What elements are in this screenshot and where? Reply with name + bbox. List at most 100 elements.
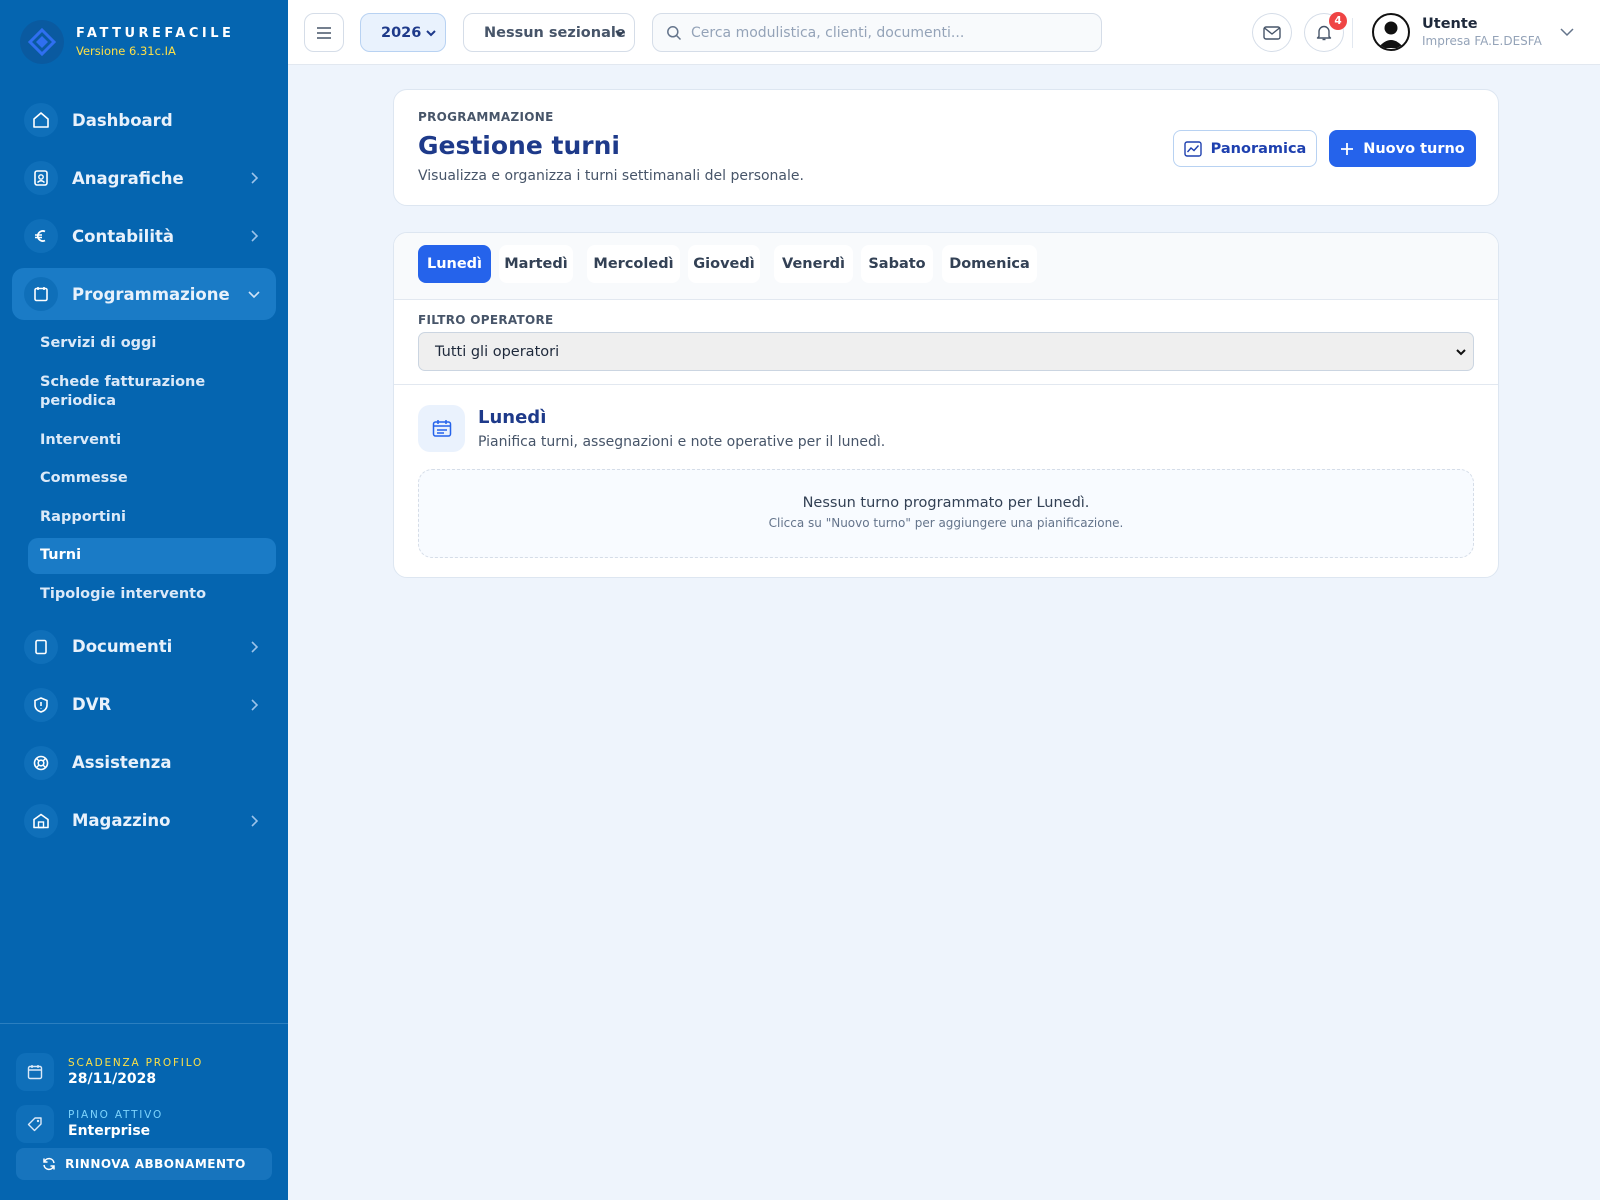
tab-domenica[interactable]: Domenica	[942, 245, 1037, 283]
logo-icon	[20, 20, 64, 64]
user-avatar-icon	[1378, 21, 1404, 48]
notifications-badge: 4	[1329, 12, 1347, 30]
page-header-card: PROGRAMMAZIONE Gestione turni Visualizza…	[393, 89, 1499, 206]
chevron-right-icon	[251, 698, 259, 711]
year-value: 2026	[381, 24, 422, 41]
sidebar-footer: SCADENZA PROFILO 28/11/2028 PIANO ATTIVO…	[0, 1023, 288, 1200]
sidebar: FATTUREFACILE Versione 6.31c.IA Dashboar…	[0, 0, 288, 1200]
year-select[interactable]: 2026	[360, 13, 446, 52]
operator-filter-select[interactable]: Tutti gli operatori	[418, 332, 1474, 371]
user-company: Impresa FA.E.DESFA	[1422, 34, 1542, 48]
chevron-right-icon	[251, 172, 259, 184]
sidebar-item-magazzino[interactable]: Magazzino	[12, 795, 276, 847]
user-name: Utente	[1422, 16, 1478, 32]
empty-state: Nessun turno programmato per Lunedì. Cli…	[418, 469, 1474, 558]
sidebar-item-label: Contabilità	[72, 226, 175, 246]
profile-expiry: SCADENZA PROFILO 28/11/2028	[16, 1053, 203, 1091]
tab-venerdi[interactable]: Venerdì	[774, 245, 853, 283]
day-tabs: Lunedì Martedì Mercoledì Giovedì Venerdì…	[394, 233, 1498, 300]
chevron-right-icon	[251, 230, 259, 242]
user-menu[interactable]: Utente Impresa FA.E.DESFA	[1372, 13, 1542, 51]
operator-filter-label: FILTRO OPERATORE	[418, 313, 554, 327]
plus-icon	[1341, 142, 1354, 155]
calendar-icon	[16, 1053, 54, 1091]
document-icon	[24, 629, 58, 664]
sidebar-item-contabilita[interactable]: Contabilità	[12, 210, 276, 262]
search-icon	[667, 26, 682, 41]
sidebar-item-assistenza[interactable]: Assistenza	[12, 737, 276, 789]
subnav-item-turni[interactable]: Turni	[28, 538, 276, 574]
overview-label: Panoramica	[1210, 140, 1307, 157]
renew-label: RINNOVA ABBONAMENTO	[65, 1157, 246, 1171]
sidebar-item-dashboard[interactable]: Dashboard	[12, 94, 276, 146]
sidebar-item-label: Programmazione	[72, 284, 230, 304]
shield-icon	[24, 687, 58, 722]
tab-lunedi[interactable]: Lunedì	[418, 245, 491, 283]
calendar-icon	[24, 277, 58, 311]
contact-card-icon	[24, 161, 58, 195]
subnav-item-interventi[interactable]: Interventi	[28, 423, 276, 459]
page-title: Gestione turni	[418, 131, 620, 160]
new-shift-label: Nuovo turno	[1363, 140, 1465, 157]
search-placeholder: Cerca modulistica, clienti, documenti...	[691, 24, 965, 41]
lifebuoy-icon	[24, 745, 58, 780]
sidebar-item-label: Documenti	[72, 637, 173, 656]
chevron-down-icon[interactable]	[1559, 24, 1575, 40]
sidebar-nav: Dashboard Anagrafiche Contabilità Progra…	[12, 94, 276, 853]
search-input[interactable]: Cerca modulistica, clienti, documenti...	[652, 13, 1102, 52]
expiry-value: 28/11/2028	[68, 1071, 157, 1087]
sidebar-item-label: Dashboard	[72, 110, 173, 130]
messages-button[interactable]	[1252, 13, 1292, 52]
chevron-right-icon	[251, 814, 259, 827]
sidebar-item-dvr[interactable]: DVR	[12, 679, 276, 731]
sidebar-item-anagrafiche[interactable]: Anagrafiche	[12, 152, 276, 204]
brand-version: Versione 6.31c.IA	[76, 44, 176, 58]
chevron-down-icon	[248, 291, 260, 299]
section-divider	[394, 384, 1498, 385]
sidebar-item-label: Magazzino	[72, 811, 171, 830]
plan-value: Enterprise	[68, 1123, 151, 1139]
sezionale-select[interactable]: Nessun sezionale	[463, 13, 635, 52]
renew-subscription-button[interactable]: RINNOVA ABBONAMENTO	[16, 1148, 272, 1180]
mail-icon	[1263, 25, 1281, 40]
subnav-item-tipologie-intervento[interactable]: Tipologie intervento	[28, 577, 276, 613]
active-plan: PIANO ATTIVO Enterprise	[16, 1105, 163, 1143]
page-eyebrow: PROGRAMMAZIONE	[418, 110, 554, 124]
sezionale-value: Nessun sezionale	[484, 24, 626, 41]
overview-button[interactable]: Panoramica	[1173, 130, 1317, 167]
chevron-down-icon	[426, 30, 436, 37]
sidebar-item-documenti[interactable]: Documenti	[12, 621, 276, 673]
subnav-item-commesse[interactable]: Commesse	[28, 461, 276, 497]
subnav-item-servizi-di-oggi[interactable]: Servizi di oggi	[28, 326, 276, 362]
sidebar-item-programmazione[interactable]: Programmazione	[12, 268, 276, 320]
menu-toggle-button[interactable]	[304, 13, 344, 52]
home-icon	[24, 103, 58, 137]
subnav-item-rapportini[interactable]: Rapportini	[28, 500, 276, 536]
euro-icon	[24, 219, 58, 253]
empty-state-title: Nessun turno programmato per Lunedì.	[802, 495, 1090, 511]
topbar-divider	[1352, 18, 1353, 48]
sidebar-item-label: Assistenza	[72, 753, 172, 772]
plan-label: PIANO ATTIVO	[68, 1109, 164, 1121]
bell-icon	[1316, 25, 1332, 41]
tab-martedi[interactable]: Martedì	[499, 245, 573, 283]
shifts-card: Lunedì Martedì Mercoledì Giovedì Venerdì…	[393, 232, 1499, 578]
topbar: 2026 Nessun sezionale Cerca modulistica,…	[288, 0, 1600, 65]
tab-mercoledi[interactable]: Mercoledì	[587, 245, 680, 283]
notifications-button[interactable]: 4	[1304, 12, 1347, 52]
tab-sabato[interactable]: Sabato	[861, 245, 933, 283]
day-subtitle: Pianifica turni, assegnazioni e note ope…	[478, 434, 886, 450]
tab-giovedi[interactable]: Giovedì	[688, 245, 760, 283]
new-shift-button[interactable]: Nuovo turno	[1329, 130, 1476, 167]
calendar-day-icon	[418, 405, 465, 452]
chevron-down-icon	[1456, 349, 1466, 356]
brand[interactable]: FATTUREFACILE Versione 6.31c.IA	[20, 20, 234, 64]
day-title: Lunedì	[478, 407, 547, 428]
subnav-item-schede-fatturazione[interactable]: Schede fatturazione periodica	[28, 365, 248, 420]
avatar	[1372, 13, 1410, 51]
page-subtitle: Visualizza e organizza i turni settimana…	[418, 168, 804, 184]
expiry-label: SCADENZA PROFILO	[68, 1057, 204, 1069]
programmazione-subnav: Servizi di oggi Schede fatturazione peri…	[28, 326, 276, 613]
chevron-down-icon	[615, 30, 625, 37]
chart-icon	[1183, 140, 1202, 157]
